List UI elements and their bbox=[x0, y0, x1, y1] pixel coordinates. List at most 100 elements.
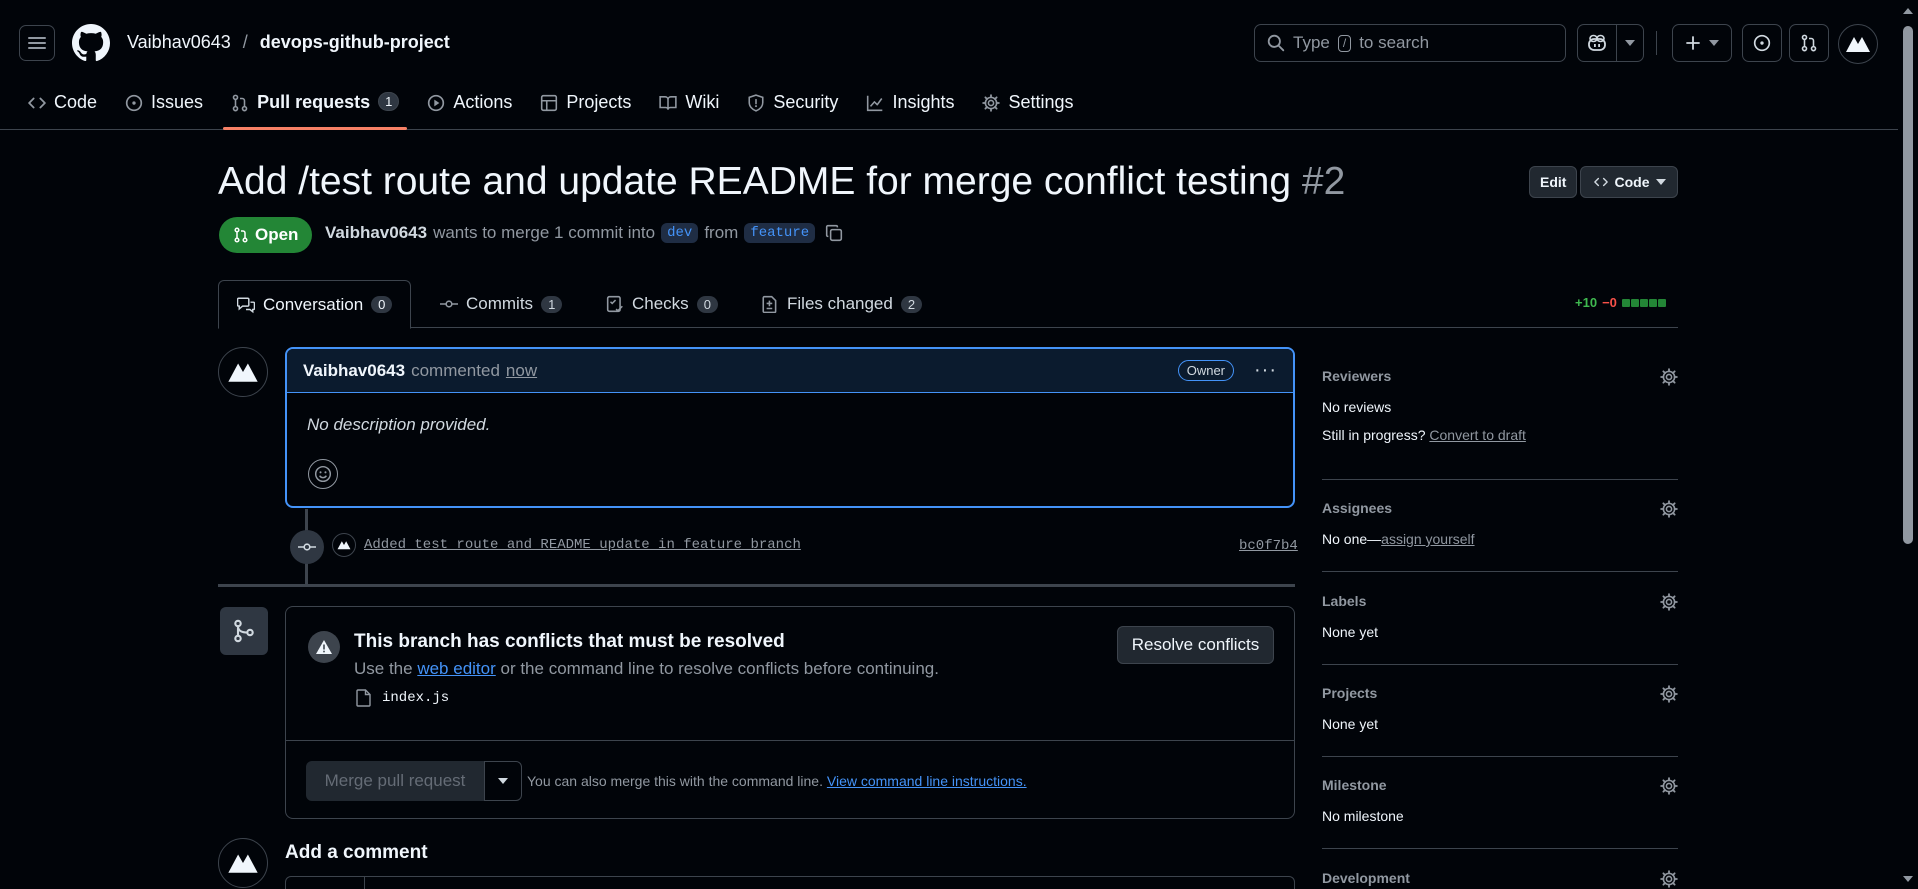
conflict-section: This branch has conflicts that must be r… bbox=[286, 607, 1294, 741]
gear-icon[interactable] bbox=[1660, 593, 1678, 611]
tab-checks[interactable]: Checks 0 bbox=[606, 280, 718, 328]
sidebar-reviewers-label[interactable]: Reviewers bbox=[1322, 368, 1678, 384]
sidebar-development-label[interactable]: Development bbox=[1322, 870, 1678, 886]
tab-label: Files changed bbox=[787, 294, 893, 313]
gear-icon[interactable] bbox=[1660, 368, 1678, 386]
comment-author-avatar[interactable] bbox=[218, 347, 268, 397]
breadcrumb-repo[interactable]: devops-github-project bbox=[260, 32, 450, 53]
gear-icon[interactable] bbox=[1660, 500, 1678, 518]
search-input[interactable]: Type / to search bbox=[1254, 24, 1566, 62]
avatar-logo-icon bbox=[228, 363, 258, 382]
tab-label: Code bbox=[54, 92, 98, 112]
pull-requests-button[interactable] bbox=[1789, 24, 1829, 62]
scrollbar-thumb[interactable] bbox=[1903, 26, 1913, 544]
gear-icon[interactable] bbox=[1660, 870, 1678, 888]
alert-icon bbox=[308, 631, 340, 663]
create-new-button[interactable] bbox=[1672, 24, 1732, 62]
commit-node bbox=[290, 530, 324, 564]
graph-icon bbox=[867, 95, 883, 112]
add-reaction-button[interactable] bbox=[308, 459, 338, 489]
tab-files-changed[interactable]: Files changed 2 bbox=[761, 280, 923, 328]
kebab-horizontal-icon[interactable]: ··· bbox=[1254, 359, 1277, 382]
comment-header: Vaibhav0643 commented now Owner ··· bbox=[287, 349, 1293, 393]
sidebar-milestone-label[interactable]: Milestone bbox=[1322, 777, 1678, 793]
issues-button[interactable] bbox=[1742, 24, 1782, 62]
tab-security[interactable]: Security bbox=[747, 84, 838, 130]
merge-method-dropdown[interactable] bbox=[484, 761, 522, 801]
web-editor-link[interactable]: web editor bbox=[417, 659, 495, 678]
avatar-logo-icon bbox=[1846, 37, 1870, 52]
merge-status-icon bbox=[220, 607, 268, 655]
conflict-file-name: index.js bbox=[382, 690, 450, 706]
sidebar-assignees-value: No one—assign yourself bbox=[1322, 531, 1678, 547]
current-user-avatar[interactable] bbox=[218, 838, 268, 888]
tab-conversation[interactable]: Conversation 0 bbox=[218, 280, 412, 329]
merge-hint: You can also merge this with the command… bbox=[527, 773, 1027, 789]
sidebar-assignees-label[interactable]: Assignees bbox=[1322, 500, 1678, 516]
gear-icon[interactable] bbox=[1660, 685, 1678, 703]
breadcrumb-owner[interactable]: Vaibhav0643 bbox=[127, 32, 231, 53]
tab-label: Insights bbox=[892, 92, 955, 112]
head-branch[interactable]: feature bbox=[744, 223, 816, 243]
menu-button[interactable] bbox=[19, 25, 55, 61]
diffstat-deletions: −0 bbox=[1602, 295, 1617, 310]
commit-message[interactable]: Added test route and README update in fe… bbox=[364, 537, 801, 553]
tab-settings[interactable]: Settings bbox=[982, 84, 1074, 130]
user-avatar[interactable] bbox=[1838, 24, 1878, 64]
edit-button[interactable]: Edit bbox=[1529, 166, 1578, 198]
gear-icon[interactable] bbox=[1660, 777, 1678, 795]
file-icon bbox=[356, 689, 371, 707]
tab-label: Issues bbox=[151, 92, 204, 112]
tab-projects[interactable]: Projects bbox=[540, 84, 631, 130]
commit-author-avatar[interactable] bbox=[332, 533, 356, 557]
scroll-up-arrow-icon[interactable] bbox=[1903, 8, 1913, 14]
tab-insights[interactable]: Insights bbox=[866, 84, 954, 130]
scroll-down-arrow-icon[interactable] bbox=[1903, 876, 1913, 882]
sidebar-labels-label[interactable]: Labels bbox=[1322, 593, 1678, 609]
comment-editor[interactable] bbox=[285, 876, 1295, 889]
vertical-scrollbar[interactable] bbox=[1898, 0, 1918, 889]
git-merge-icon bbox=[234, 619, 254, 643]
tab-commits[interactable]: Commits 1 bbox=[440, 280, 563, 328]
pr-merge-text: wants to merge 1 commit into bbox=[433, 223, 656, 242]
command-line-instructions-link[interactable]: View command line instructions. bbox=[827, 773, 1027, 789]
comment-timestamp[interactable]: now bbox=[506, 361, 537, 381]
draft-prompt: Still in progress? Convert to draft bbox=[1322, 427, 1678, 443]
convert-to-draft-link[interactable]: Convert to draft bbox=[1429, 427, 1526, 443]
tab-count: 2 bbox=[900, 295, 923, 313]
resolve-conflicts-button[interactable]: Resolve conflicts bbox=[1117, 626, 1274, 664]
pr-description-comment: Vaibhav0643 commented now Owner ··· No d… bbox=[285, 347, 1295, 508]
sidebar-projects-label[interactable]: Projects bbox=[1322, 685, 1678, 701]
copilot-button[interactable] bbox=[1577, 24, 1617, 62]
issue-opened-icon bbox=[1753, 34, 1771, 52]
sidebar-development: Development bbox=[1322, 870, 1678, 888]
add-comment-heading: Add a comment bbox=[285, 842, 428, 863]
pr-number: #2 bbox=[1301, 160, 1346, 203]
diffstat: +10 −0 bbox=[1575, 295, 1667, 310]
smiley-icon bbox=[314, 465, 332, 483]
tab-wiki[interactable]: Wiki bbox=[659, 84, 719, 130]
pr-author-link[interactable]: Vaibhav0643 bbox=[325, 223, 427, 243]
code-button[interactable]: Code bbox=[1580, 166, 1678, 198]
github-logo-icon[interactable] bbox=[72, 24, 110, 62]
commit-sha[interactable]: bc0f7b4 bbox=[1239, 538, 1298, 554]
copy-icon[interactable] bbox=[825, 224, 843, 242]
write-tab[interactable] bbox=[285, 876, 365, 889]
tab-issues[interactable]: Issues bbox=[125, 84, 203, 130]
conflict-desc-pre: Use the bbox=[354, 659, 413, 678]
merge-pull-request-button[interactable]: Merge pull request bbox=[306, 761, 484, 801]
sidebar-labels: Labels None yet bbox=[1322, 593, 1678, 640]
tab-actions[interactable]: Actions bbox=[427, 84, 512, 130]
comment-author[interactable]: Vaibhav0643 bbox=[303, 361, 405, 381]
base-branch[interactable]: dev bbox=[661, 223, 699, 243]
copilot-dropdown-button[interactable] bbox=[1616, 24, 1644, 62]
draft-prompt-text: Still in progress? bbox=[1322, 427, 1426, 443]
pr-state-label: Open bbox=[255, 225, 299, 244]
code-button-label: Code bbox=[1614, 174, 1650, 190]
tab-code[interactable]: Code bbox=[28, 84, 97, 130]
tab-pull-requests[interactable]: Pull requests 1 bbox=[223, 84, 408, 130]
comment-action: commented bbox=[411, 360, 500, 380]
assign-yourself-link[interactable]: assign yourself bbox=[1381, 531, 1474, 547]
owner-badge: Owner bbox=[1177, 360, 1235, 381]
sidebar-divider bbox=[1322, 848, 1678, 849]
